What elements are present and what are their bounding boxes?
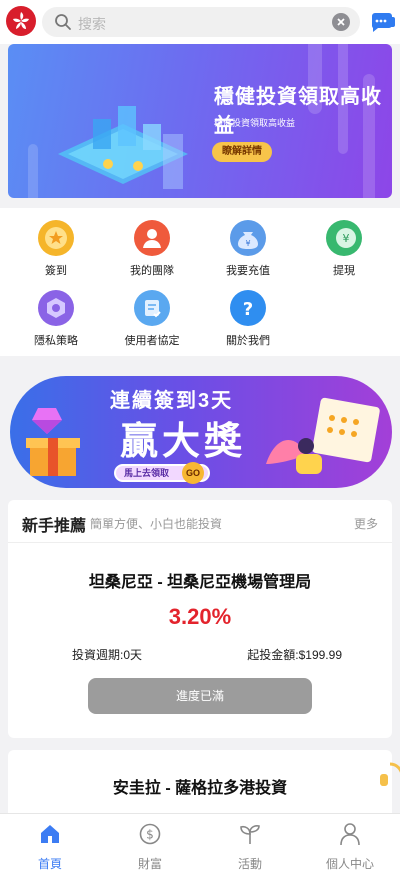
- quick-action-label: 我要充值: [226, 265, 270, 277]
- product-name[interactable]: 坦桑尼亞 - 坦桑尼亞機場管理局: [8, 568, 392, 592]
- dollar-circle-icon: $: [139, 823, 161, 845]
- hong-kong-emblem-logo[interactable]: [6, 6, 36, 36]
- banner-subtitle: 穩健投資領取高收益: [214, 118, 296, 128]
- tab-home[interactable]: 首頁: [0, 822, 100, 872]
- minimum-amount: 起投金額:$199.99: [247, 648, 342, 662]
- search-placeholder: 搜索: [78, 16, 106, 32]
- search-input[interactable]: 搜索: [42, 7, 360, 37]
- quick-action-label: 簽到: [45, 265, 67, 277]
- product-rate: 3.20%: [168, 604, 232, 629]
- quick-action-label: 提現: [333, 265, 355, 277]
- promo-line-2: 贏大獎: [120, 421, 247, 463]
- quick-action-recharge[interactable]: ¥ 我要充值: [200, 220, 296, 278]
- clear-icon[interactable]: [332, 13, 350, 31]
- quick-action-about[interactable]: ? 關於我們: [200, 290, 296, 348]
- svg-text:?: ?: [243, 299, 253, 320]
- question-icon: ?: [230, 290, 266, 326]
- investment-period: 投資週期:0天: [72, 648, 143, 662]
- tab-label: 首頁: [37, 857, 62, 871]
- bottom-tab-bar: 首頁 $ 財富 活動 個人中心: [0, 813, 400, 873]
- tab-profile[interactable]: 個人中心: [300, 822, 400, 872]
- customer-service-icon[interactable]: [376, 758, 400, 798]
- quick-actions-grid: 簽到 我的團隊 ¥ 我要充值 ¥ 提現 隱私策略 使用者協定 ? 關於我們: [0, 208, 400, 356]
- search-icon: [55, 14, 71, 30]
- tab-label: 活動: [237, 857, 262, 871]
- tab-wealth[interactable]: $ 財富: [100, 822, 200, 872]
- svg-text:$: $: [146, 828, 154, 842]
- user-icon: [340, 823, 360, 846]
- top-header: 搜索: [0, 0, 400, 44]
- quick-action-privacy[interactable]: 隱私策略: [8, 290, 104, 348]
- promo-line-1: 連續簽到3天: [110, 390, 234, 412]
- section-title: 新手推薦: [22, 518, 87, 535]
- tab-label: 個人中心: [325, 857, 374, 871]
- quick-action-team[interactable]: 我的團隊: [104, 220, 200, 278]
- svg-text:¥: ¥: [245, 239, 250, 248]
- sprout-icon: [240, 825, 260, 844]
- quick-action-agreement[interactable]: 使用者協定: [104, 290, 200, 348]
- isometric-finance-illustration: [58, 106, 188, 189]
- banner-title: 穩健投資領取高收益: [214, 86, 382, 137]
- learn-more-button[interactable]: 瞭解詳情: [212, 142, 272, 162]
- product-card[interactable]: 安圭拉 - 薩格拉多港投資: [8, 750, 392, 820]
- section-subtitle: 簡單方便、小白也能投資: [90, 517, 223, 531]
- divider: [8, 542, 392, 543]
- tab-activity[interactable]: 活動: [200, 822, 300, 872]
- progress-full-button[interactable]: 進度已滿: [88, 678, 312, 714]
- beginner-recommend-card: 新手推薦 簡單方便、小白也能投資 更多 坦桑尼亞 - 坦桑尼亞機場管理局 3.2…: [8, 500, 392, 738]
- investment-banner[interactable]: 穩健投資領取高收益 穩健投資領取高收益 瞭解詳情: [8, 44, 392, 198]
- quick-action-checkin[interactable]: 簽到: [8, 220, 104, 278]
- agreement-doc-icon: [134, 290, 170, 326]
- promo-go-button[interactable]: GO: [182, 462, 204, 484]
- quick-action-label: 使用者協定: [124, 335, 180, 347]
- withdraw-yen-icon: ¥: [326, 220, 362, 256]
- privacy-hexagon-icon: [38, 290, 74, 326]
- calendar-illustration: [266, 397, 380, 474]
- quick-action-withdraw[interactable]: ¥ 提現: [296, 220, 392, 278]
- home-icon: [41, 825, 59, 843]
- more-link[interactable]: 更多: [354, 515, 378, 532]
- team-user-icon: [134, 220, 170, 256]
- gift-box-icon: [26, 408, 80, 476]
- recharge-bag-icon: ¥: [230, 220, 266, 256]
- quick-action-label: 隱私策略: [34, 335, 78, 347]
- product-name: 安圭拉 - 薩格拉多港投資: [112, 780, 288, 797]
- checkin-star-icon: [38, 220, 74, 256]
- chat-bubble-icon[interactable]: [370, 10, 396, 34]
- checkin-promo-banner[interactable]: 連續簽到3天 贏大獎 馬上去領取 GO: [10, 376, 392, 488]
- quick-action-label: 我的團隊: [130, 265, 174, 277]
- quick-action-label: 關於我們: [226, 335, 270, 347]
- tab-label: 財富: [137, 857, 162, 871]
- svg-text:¥: ¥: [343, 232, 350, 245]
